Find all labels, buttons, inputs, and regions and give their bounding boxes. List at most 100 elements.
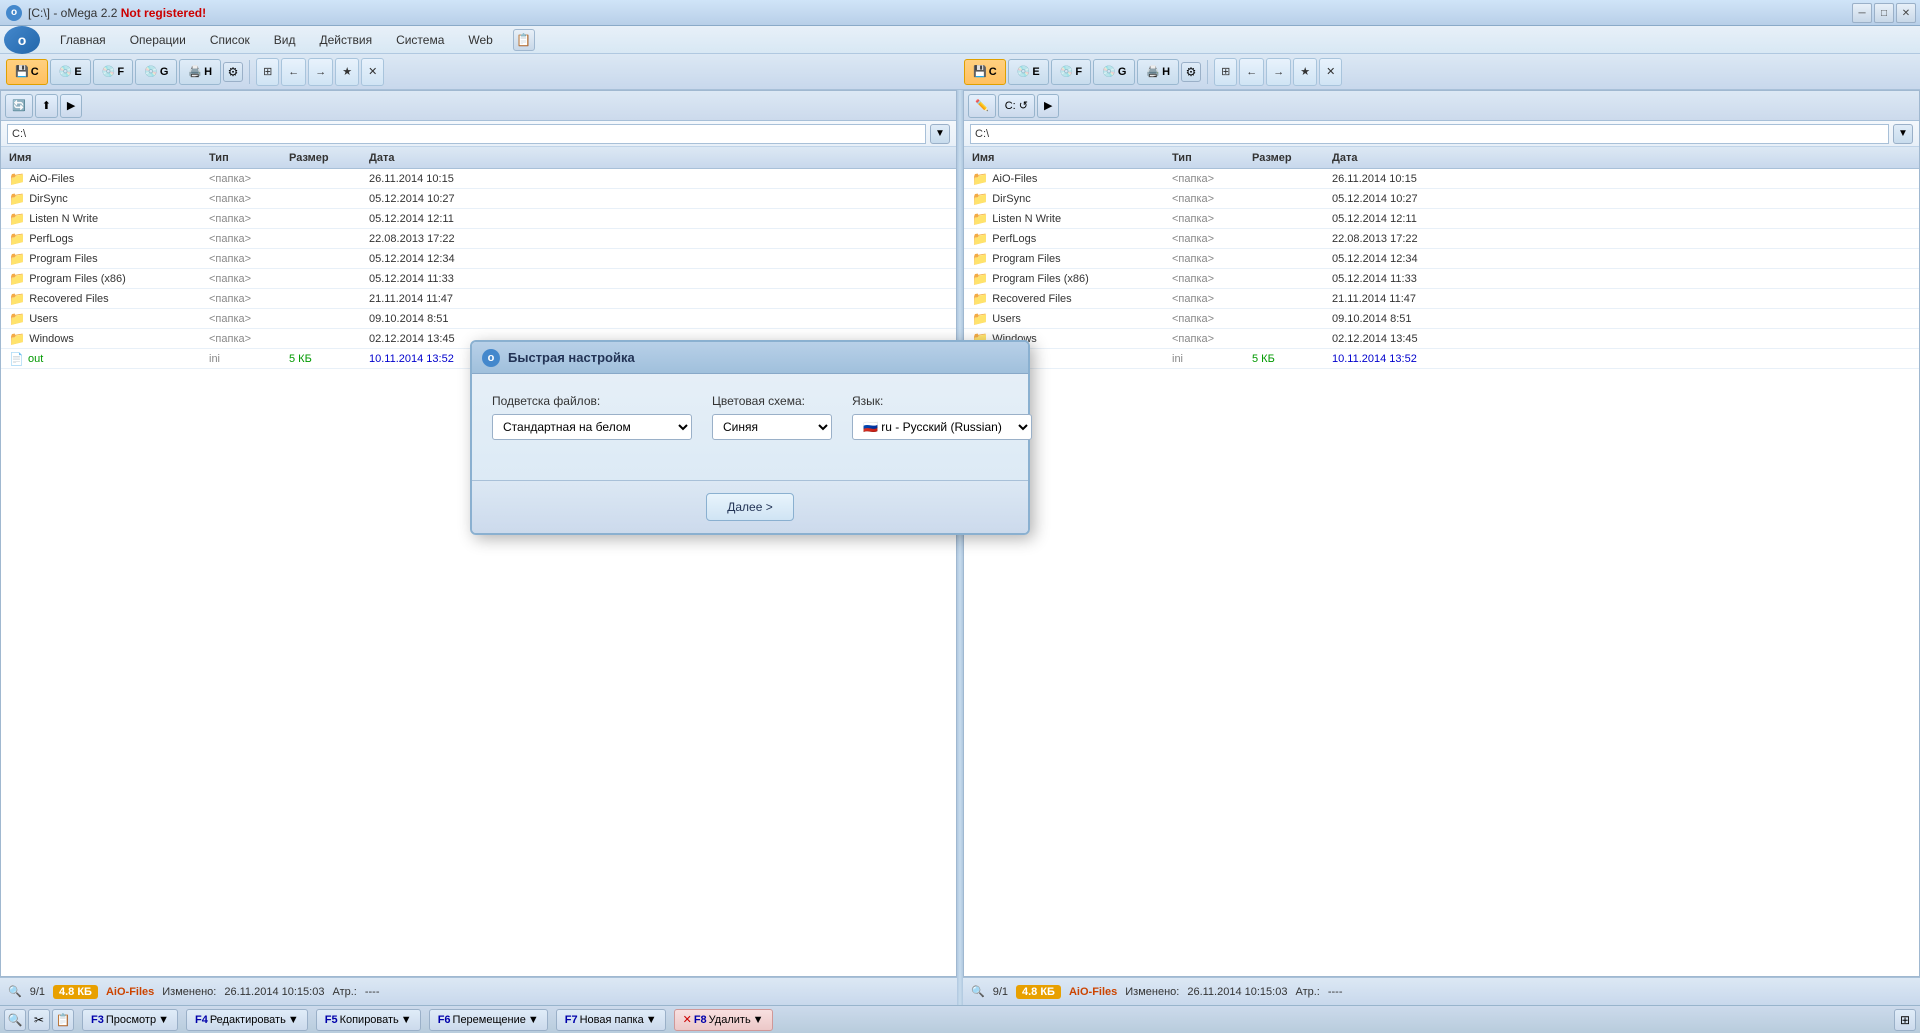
- left-path-dropdown[interactable]: ▼: [930, 124, 950, 144]
- fn5-button[interactable]: F5 Копировать ▼: [316, 1009, 421, 1031]
- right-search-icon[interactable]: 🔍: [971, 985, 985, 998]
- menu-sistema[interactable]: Система: [384, 29, 456, 51]
- right-drive-h[interactable]: 🖨️ H: [1137, 59, 1179, 85]
- right-col-size[interactable]: Размер: [1248, 152, 1328, 164]
- file-date: 21.11.2014 11:47: [365, 293, 525, 305]
- right-drive-f[interactable]: 💿 F: [1051, 59, 1091, 85]
- right-drive-g[interactable]: 💿 G: [1093, 59, 1135, 85]
- fn8-button[interactable]: ✕ F8 Удалить ▼: [674, 1009, 773, 1031]
- list-item[interactable]: 📁PerfLogs <папка> 22.08.2013 17:22: [1, 229, 956, 249]
- list-item[interactable]: 📁Users <папка> 09.10.2014 8:51: [964, 309, 1919, 329]
- list-item[interactable]: 📁Users <папка> 09.10.2014 8:51: [1, 309, 956, 329]
- fn4-button[interactable]: F4 Редактировать ▼: [186, 1009, 308, 1031]
- color-scheme-select[interactable]: Синяя Зелёная Серая: [712, 414, 832, 440]
- right-toolbar-arrow2[interactable]: →: [1266, 58, 1291, 86]
- list-item[interactable]: 📁Program Files (x86) <папка> 05.12.2014 …: [1, 269, 956, 289]
- right-edit[interactable]: ✏️: [968, 94, 996, 118]
- quick-settings-dialog[interactable]: o Быстрая настройка Подветска файлов: Ст…: [470, 340, 1030, 535]
- right-col-type[interactable]: Тип: [1168, 152, 1248, 164]
- left-column-headers: Имя Тип Размер Дата: [1, 147, 956, 169]
- left-col-name[interactable]: Имя: [5, 152, 205, 164]
- menu-glavnaya[interactable]: Главная: [48, 29, 118, 51]
- right-forward[interactable]: ▶: [1037, 94, 1059, 118]
- file-name: 📁Recovered Files: [968, 291, 1168, 307]
- left-toolbar-grid[interactable]: ⊞: [256, 58, 279, 86]
- right-drive-c[interactable]: 💾 C: [964, 59, 1006, 85]
- file-date: 05.12.2014 11:33: [1328, 273, 1488, 285]
- right-path-dropdown[interactable]: ▼: [1893, 124, 1913, 144]
- right-toolbar-arrow1[interactable]: ←: [1239, 58, 1264, 86]
- list-item[interactable]: 📁Listen N Write <папка> 05.12.2014 12:11: [964, 209, 1919, 229]
- list-item[interactable]: 📁Recovered Files <папка> 21.11.2014 11:4…: [964, 289, 1919, 309]
- left-drive-h[interactable]: 🖨️ H: [179, 59, 221, 85]
- maximize-button[interactable]: □: [1874, 3, 1894, 23]
- right-refresh[interactable]: C: ↺: [998, 94, 1035, 118]
- file-name: 📁AiO-Files: [5, 171, 205, 187]
- left-path-input[interactable]: [7, 124, 926, 144]
- file-highlight-select[interactable]: Стандартная на белом Тёмная Светлая: [492, 414, 692, 440]
- left-toolbar-arrow1[interactable]: ←: [281, 58, 306, 86]
- dialog-footer: Далее >: [472, 480, 1028, 533]
- left-action-cut[interactable]: ✂: [28, 1009, 50, 1031]
- right-panel: ✏️ C: ↺ ▶ ▼ Имя Тип Размер Дата 📁AiO-Fil…: [963, 90, 1920, 977]
- list-item[interactable]: 📁DirSync <папка> 05.12.2014 10:27: [964, 189, 1919, 209]
- menu-operacii[interactable]: Операции: [118, 29, 198, 51]
- file-name: 📁Listen N Write: [5, 211, 205, 227]
- left-action-search[interactable]: 🔍: [4, 1009, 26, 1031]
- left-toolbar-arrow2[interactable]: →: [308, 58, 333, 86]
- right-toolbar-x[interactable]: ✕: [1319, 58, 1342, 86]
- fn7-button[interactable]: F7 Новая папка ▼: [556, 1009, 666, 1031]
- right-drive-e[interactable]: 💿 E: [1008, 59, 1049, 85]
- menu-extra-icon[interactable]: 📋: [513, 29, 535, 51]
- list-item[interactable]: 📁Program Files <папка> 05.12.2014 12:34: [964, 249, 1919, 269]
- left-toolbar-star[interactable]: ★: [335, 58, 359, 86]
- menu-spisok[interactable]: Список: [198, 29, 262, 51]
- list-item[interactable]: 📁Recovered Files <папка> 21.11.2014 11:4…: [1, 289, 956, 309]
- file-name: 📁PerfLogs: [5, 231, 205, 247]
- list-item[interactable]: 📁Program Files <папка> 05.12.2014 12:34: [1, 249, 956, 269]
- right-toolbar-star[interactable]: ★: [1293, 58, 1317, 86]
- left-forward[interactable]: ▶: [60, 94, 82, 118]
- file-date: 05.12.2014 10:27: [365, 193, 525, 205]
- title-bar: o [C:\] - oMega 2.2 Not registered! ─ □ …: [0, 0, 1920, 26]
- left-drive-g[interactable]: 💿 G: [135, 59, 177, 85]
- left-extra-icon[interactable]: ⚙: [223, 62, 243, 82]
- minimize-button[interactable]: ─: [1852, 3, 1872, 23]
- language-select[interactable]: 🇷🇺 ru - Русский (Russian) en - English: [852, 414, 1032, 440]
- left-drive-e[interactable]: 💿 E: [50, 59, 91, 85]
- list-item[interactable]: 📁Windows <папка> 02.12.2014 13:45: [964, 329, 1919, 349]
- left-search-icon[interactable]: 🔍: [8, 985, 22, 998]
- left-bottom-actions: 🔍 ✂ 📋 F3 Просмотр ▼ F4 Редактировать ▼ F…: [4, 1009, 1888, 1031]
- list-item[interactable]: 📁DirSync <папка> 05.12.2014 10:27: [1, 189, 956, 209]
- menu-web[interactable]: Web: [456, 29, 504, 51]
- menu-dejstviya[interactable]: Действия: [307, 29, 384, 51]
- left-up[interactable]: ⬆: [35, 94, 58, 118]
- list-item[interactable]: 📁Listen N Write <папка> 05.12.2014 12:11: [1, 209, 956, 229]
- left-drive-f[interactable]: 💿 F: [93, 59, 133, 85]
- left-refresh[interactable]: 🔄: [5, 94, 33, 118]
- right-path-input[interactable]: [970, 124, 1889, 144]
- file-date: 05.12.2014 12:34: [365, 253, 525, 265]
- right-extra-icon[interactable]: ⚙: [1181, 62, 1201, 82]
- dialog-next-button[interactable]: Далее >: [706, 493, 794, 521]
- close-button[interactable]: ✕: [1896, 3, 1916, 23]
- list-item[interactable]: 📁AiO-Files <папка> 26.11.2014 10:15: [1, 169, 956, 189]
- right-col-date[interactable]: Дата: [1328, 152, 1488, 164]
- left-drive-c[interactable]: 💾 C: [6, 59, 48, 85]
- fn6-button[interactable]: F6 Перемещение ▼: [429, 1009, 548, 1031]
- list-item[interactable]: 📁PerfLogs <папка> 22.08.2013 17:22: [964, 229, 1919, 249]
- bottom-extra[interactable]: ⊞: [1894, 1009, 1916, 1031]
- list-item[interactable]: 📄out ini 5 КБ 10.11.2014 13:52: [964, 349, 1919, 369]
- list-item[interactable]: 📁Program Files (x86) <папка> 05.12.2014 …: [964, 269, 1919, 289]
- left-col-type[interactable]: Тип: [205, 152, 285, 164]
- left-col-date[interactable]: Дата: [365, 152, 525, 164]
- left-col-size[interactable]: Размер: [285, 152, 365, 164]
- fn3-button[interactable]: F3 Просмотр ▼: [82, 1009, 178, 1031]
- right-toolbar-grid[interactable]: ⊞: [1214, 58, 1237, 86]
- left-action-copy[interactable]: 📋: [52, 1009, 74, 1031]
- right-col-name[interactable]: Имя: [968, 152, 1168, 164]
- menu-vid[interactable]: Вид: [262, 29, 308, 51]
- left-toolbar-x[interactable]: ✕: [361, 58, 384, 86]
- left-size-badge: 4.8 КБ: [53, 985, 98, 999]
- list-item[interactable]: 📁AiO-Files <папка> 26.11.2014 10:15: [964, 169, 1919, 189]
